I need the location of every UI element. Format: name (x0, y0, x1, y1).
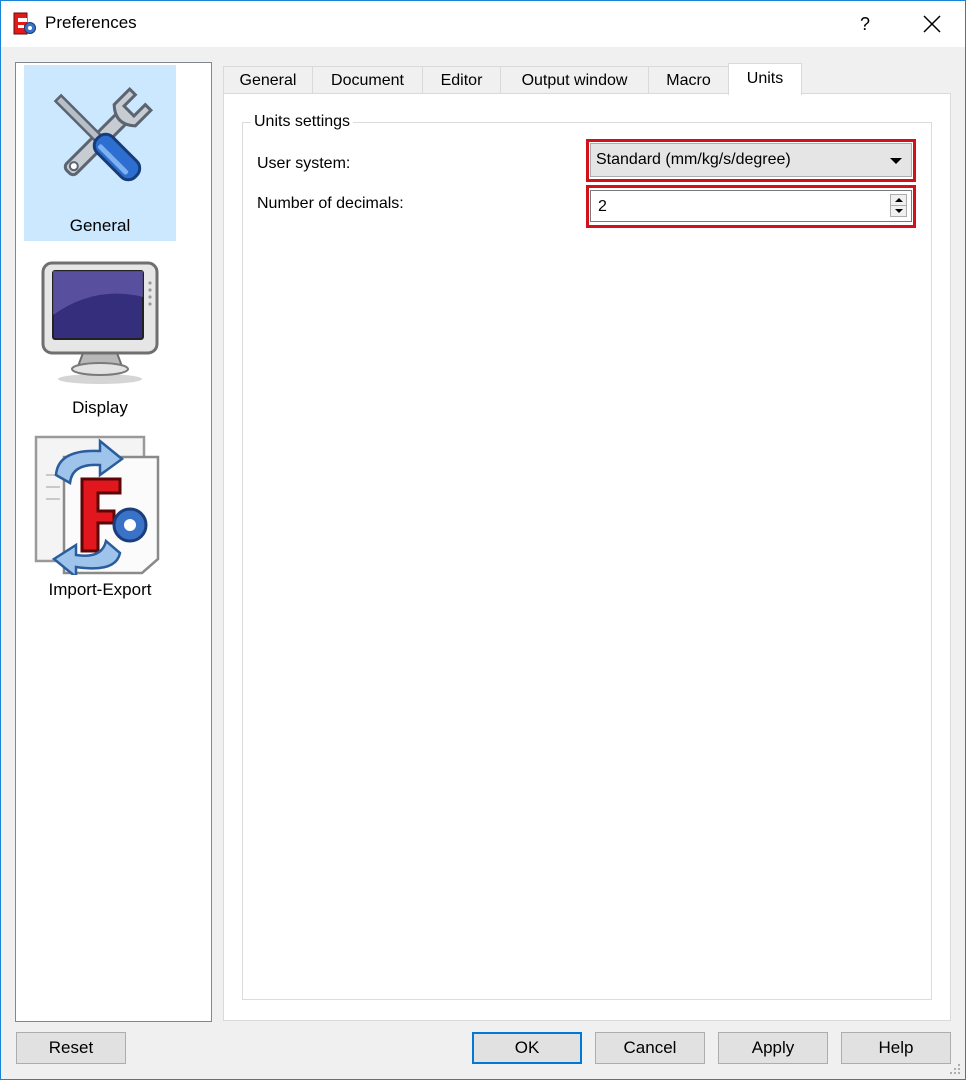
units-settings-group: Units settings (242, 113, 932, 1000)
resize-grip-icon[interactable] (949, 1063, 961, 1075)
user-system-label: User system: (257, 155, 351, 172)
close-button[interactable] (909, 1, 955, 47)
monitor-icon (41, 261, 159, 384)
category-general[interactable]: General (24, 65, 176, 241)
title-help-button[interactable]: ? (843, 1, 887, 47)
category-label-general: General (69, 216, 131, 235)
category-display[interactable]: Display (24, 253, 176, 423)
cancel-button[interactable]: Cancel (595, 1032, 705, 1064)
preferences-dialog: Preferences ? General Display Import-Exp… (0, 0, 966, 1080)
units-tab-panel: Units settings (223, 93, 951, 1021)
import-export-icon (34, 435, 160, 575)
ok-button[interactable]: OK (472, 1032, 582, 1064)
tab-editor[interactable]: Editor (422, 66, 501, 94)
category-import-export[interactable]: Import-Export (24, 435, 176, 605)
tab-macro[interactable]: Macro (648, 66, 729, 94)
category-label-import-export: Import-Export (48, 580, 152, 599)
apply-button[interactable]: Apply (718, 1032, 828, 1064)
decimals-label: Number of decimals: (257, 195, 404, 212)
highlight-decimals (586, 185, 916, 228)
tab-document[interactable]: Document (312, 66, 423, 94)
category-list[interactable]: General Display Import-Export (15, 62, 212, 1022)
group-title: Units settings (251, 113, 354, 131)
wrench-screwdriver-icon (53, 86, 154, 182)
tab-units[interactable]: Units (728, 63, 802, 95)
tab-output-window[interactable]: Output window (500, 66, 649, 94)
reset-button[interactable]: Reset (16, 1032, 126, 1064)
window-title: Preferences (45, 13, 137, 32)
category-label-display: Display (72, 398, 128, 417)
help-button[interactable]: Help (841, 1032, 951, 1064)
highlight-user-system (586, 139, 916, 182)
tab-general[interactable]: General (223, 66, 313, 94)
title-bar[interactable]: Preferences ? (1, 1, 965, 47)
close-icon (923, 15, 941, 33)
freecad-app-icon (13, 12, 36, 35)
